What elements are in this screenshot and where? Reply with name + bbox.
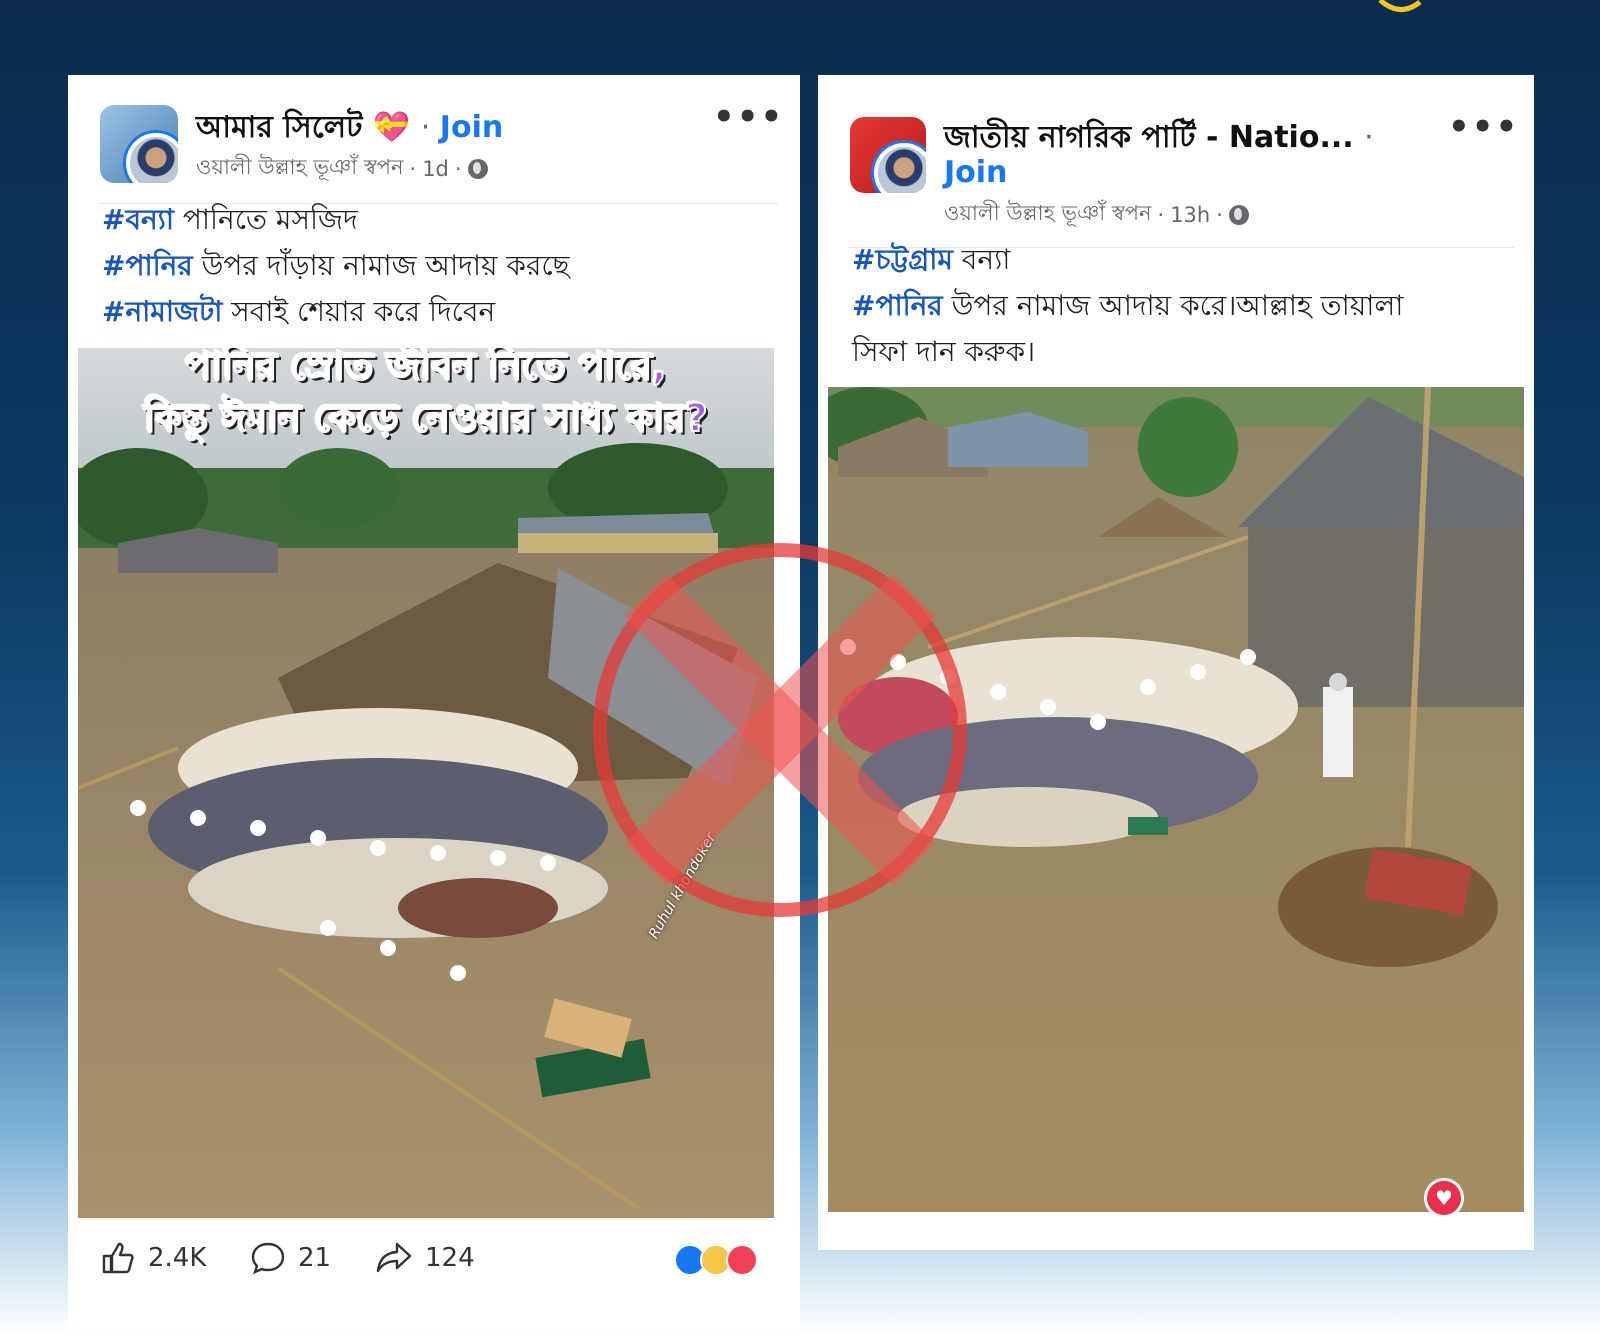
group-name[interactable]: আমার সিলেট 💝 [196, 110, 410, 145]
flood-prayer-photo [78, 348, 774, 1218]
hashtag-link[interactable]: #বন্যা [102, 203, 174, 236]
image-caption-line1: পানির স্রোত জীবন নিতে পারে, [185, 348, 668, 389]
post-line: #পানির উপর দাঁড়ায় নামাজ আদায় করছে [102, 249, 570, 282]
more-options-icon[interactable]: ••• [713, 97, 784, 137]
group-avatar[interactable] [100, 105, 178, 183]
left-post-card: আমার সিলেট 💝 · Join ••• ওয়ালী উল্লাহ ভূ… [68, 75, 800, 1330]
hashtag-link[interactable]: #পানির [102, 249, 193, 282]
post-time[interactable]: 13h [1170, 203, 1210, 227]
comment-count: 21 [298, 1243, 332, 1273]
join-button[interactable]: Join [440, 110, 503, 145]
globe-icon [467, 158, 488, 179]
author-avatar[interactable] [874, 143, 926, 193]
like-count: 2.4K [148, 1243, 207, 1273]
more-options-icon[interactable]: ••• [1448, 107, 1519, 147]
hashtag-link[interactable]: #পানির [852, 289, 943, 322]
hashtag-link[interactable]: #চট্টগ্রাম [852, 243, 953, 276]
post-body: #বন্যা পানিতে মসজিদ #পানির উপর দাঁড়ায় … [102, 197, 570, 335]
post-line: #পানির উপর নামাজ আদায় করে।আল্লাহ তায়াল… [852, 289, 1404, 322]
post-line: #নামাজটা সবাই শেয়ার করে দিবেন [102, 295, 496, 328]
join-button[interactable]: Join [944, 155, 1007, 190]
author-avatar[interactable] [126, 133, 178, 183]
post-line: #চট্টগ্রাম বন্যা [852, 243, 1011, 276]
hashtag-link[interactable]: #নামাজটা [102, 295, 222, 328]
like-icon [102, 1242, 134, 1274]
share-button[interactable]: 124 [375, 1240, 475, 1276]
right-post-card: জাতীয় নাগরিক পার্টি - Natio... · Join •… [818, 75, 1534, 1250]
group-avatar[interactable] [850, 117, 926, 193]
post-line: সিফা দান করুক। [852, 335, 1036, 368]
flood-prayer-photo [828, 387, 1524, 1212]
post-time[interactable]: 1d [422, 157, 449, 181]
heart-icon[interactable]: ♥ [1424, 1178, 1464, 1218]
post-line: #বন্যা পানিতে মসজিদ [102, 203, 358, 236]
brand-accent-icon [1378, 0, 1422, 12]
group-name[interactable]: জাতীয় নাগরিক পার্টি - Natio... [944, 120, 1354, 155]
comment-icon [251, 1242, 285, 1275]
post-header: জাতীয় নাগরিক পার্টি - Natio... · [944, 120, 1374, 155]
share-count: 124 [425, 1243, 475, 1273]
post-meta: ওয়ালী উল্লাহ ভূঞাঁ স্বপন · 13h · [944, 197, 1249, 232]
reaction-summary[interactable] [674, 1244, 760, 1276]
post-photo[interactable] [828, 387, 1524, 1212]
post-body: #চট্টগ্রাম বন্যা #পানির উপর নামাজ আদায় … [852, 237, 1403, 375]
love-reaction-icon [726, 1244, 758, 1276]
share-icon [376, 1242, 412, 1273]
author-name[interactable]: ওয়ালী উল্লাহ ভূঞাঁ স্বপন [196, 151, 404, 186]
like-button[interactable]: 2.4K [100, 1240, 206, 1276]
engagement-bar: 2.4K 21 124 [100, 1240, 760, 1290]
post-photo[interactable]: পানির স্রোত জীবন নিতে পারে, কিন্তু ঈমান … [78, 348, 774, 1218]
globe-icon [1228, 204, 1249, 225]
image-caption-line2: কিন্তু ঈমান কেড়ে নেওয়ার সাধ্য কার? [143, 395, 708, 441]
post-meta: ওয়ালী উল্লাহ ভূঞাঁ স্বপন · 1d · [196, 151, 488, 186]
comment-button[interactable]: 21 [250, 1240, 331, 1276]
author-name[interactable]: ওয়ালী উল্লাহ ভূঞাঁ স্বপন [944, 197, 1152, 232]
post-header: আমার সিলেট 💝 · Join [196, 110, 504, 145]
